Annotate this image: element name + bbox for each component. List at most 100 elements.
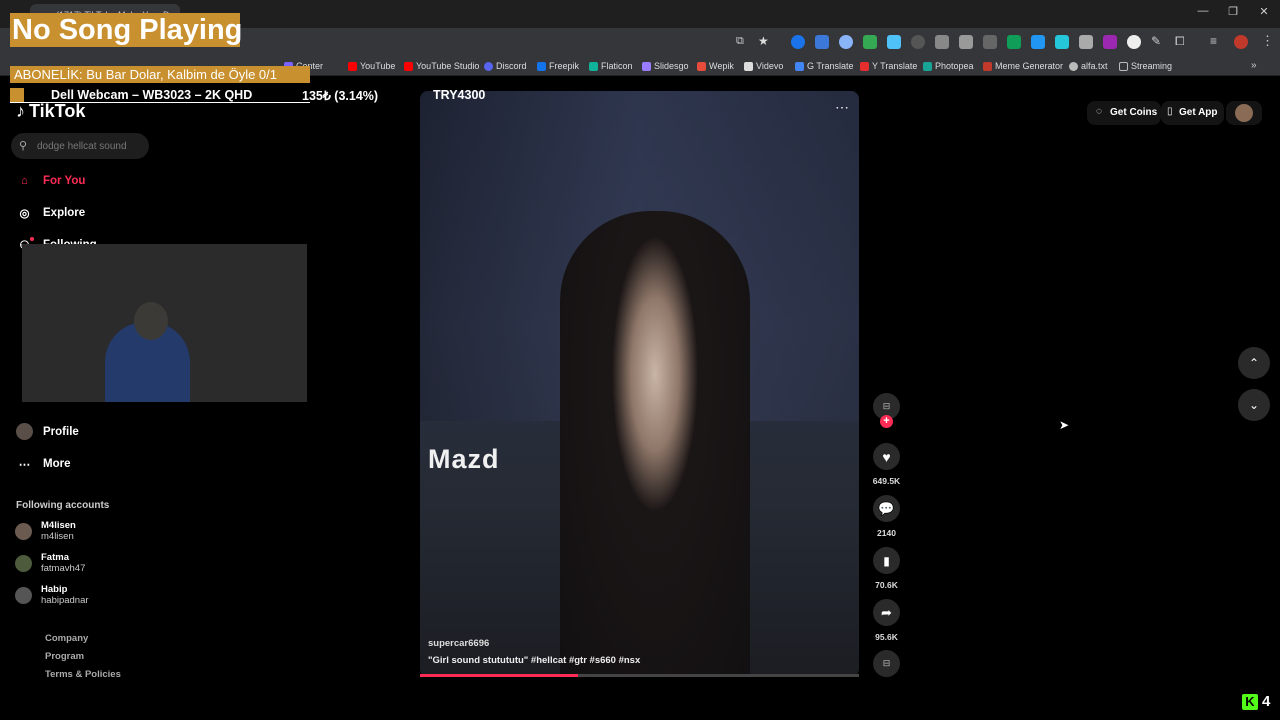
avatar (1235, 104, 1253, 122)
extension-icon[interactable] (815, 35, 829, 49)
share-icon: ➦ (881, 604, 892, 620)
subscriber-goal-bar: ABONELİK: Bu Bar Dolar, Kalbim de Öyle 0… (10, 66, 310, 83)
puzzle-icon[interactable]: ⧠ (1175, 34, 1185, 49)
bookmark-item[interactable]: G Translate (795, 61, 854, 71)
bookmark-item[interactable]: YouTube (348, 61, 395, 71)
heart-icon: ♥ (882, 448, 891, 465)
bookmark-item[interactable]: Y Translate (860, 61, 917, 71)
webcam-overlay (22, 244, 307, 402)
footer-link-program[interactable]: Program (45, 651, 84, 662)
install-icon[interactable]: ⧉ (736, 35, 744, 48)
get-app-button[interactable]: ▯ Get App (1161, 101, 1224, 125)
minimize-button[interactable]: — (1193, 5, 1213, 17)
video-menu-icon[interactable]: ⋯ (835, 99, 849, 116)
translate-icon (795, 61, 804, 71)
following-account-item[interactable]: M4lisen m4lisen (41, 520, 76, 542)
nav-explore[interactable]: ◎ Explore (16, 204, 85, 221)
extension-icon[interactable] (1127, 35, 1141, 49)
globe-icon (1069, 61, 1078, 71)
search-input[interactable]: dodge hellcat sound (11, 133, 149, 159)
coin-icon: ◌ (1096, 106, 1102, 117)
save-button[interactable]: ▮ (873, 547, 900, 574)
bookmark-folder[interactable]: Streaming (1119, 61, 1172, 71)
extension-icon[interactable] (1031, 35, 1045, 49)
maximize-button[interactable]: ❐ (1223, 5, 1243, 18)
bookmark-item[interactable]: Discord (484, 61, 527, 71)
photopea-icon (923, 61, 932, 71)
now-playing-label: No Song Playing (10, 13, 243, 47)
avatar[interactable] (15, 523, 32, 540)
like-button[interactable]: ♥ (873, 443, 900, 470)
bookmark-item[interactable]: Freepik (537, 61, 579, 71)
ticker-product: Dell Webcam – WB3023 – 2K QHD (51, 88, 253, 102)
bookmark-item[interactable]: Flaticon (589, 61, 633, 71)
extension-icon[interactable] (1007, 35, 1021, 49)
previous-video-button[interactable]: ⌃ (1238, 347, 1270, 379)
tiktok-logo[interactable]: ♪ TikTok (16, 101, 85, 122)
video-progress-fill (420, 674, 579, 677)
pen-icon[interactable]: ✎ (1151, 34, 1161, 48)
follow-button[interactable]: + (880, 415, 893, 428)
youtube-icon (348, 61, 357, 71)
extension-icon[interactable] (983, 35, 997, 49)
video-player[interactable]: ⋯ (420, 91, 859, 677)
extension-icon[interactable] (911, 35, 925, 49)
profile-avatar[interactable] (1234, 35, 1248, 49)
extension-icon[interactable] (863, 35, 877, 49)
bookmark-star-icon[interactable]: ★ (758, 34, 769, 48)
avatar (16, 423, 33, 440)
user-avatar-button[interactable] (1226, 101, 1262, 125)
music-disc[interactable]: ⊟ (873, 650, 900, 677)
meme-icon (983, 61, 992, 71)
bookmark-item[interactable]: Slidesgo (642, 61, 689, 71)
comment-button[interactable]: 💬 (873, 495, 900, 522)
nav-profile[interactable]: Profile (16, 423, 79, 440)
extension-icon[interactable] (1055, 35, 1069, 49)
share-button[interactable]: ➦ (873, 599, 900, 626)
bookmark-item[interactable]: YouTube Studio (404, 61, 479, 71)
bookmark-item[interactable]: Wepik (697, 61, 734, 71)
bookmarks-overflow-icon[interactable]: » (1251, 60, 1257, 71)
video-caption[interactable]: "Girl sound stutututu" #hellcat #gtr #s6… (428, 655, 640, 666)
following-account-item[interactable]: Habip habipadnar (41, 584, 89, 606)
share-count: 95.6K (875, 632, 898, 642)
extension-icon[interactable] (959, 35, 973, 49)
extension-icon[interactable] (935, 35, 949, 49)
video-author[interactable]: supercar6696 (428, 638, 489, 649)
video-progress-bar[interactable] (420, 674, 859, 677)
nav-for-you[interactable]: ⌂ For You (16, 172, 85, 189)
footer-link-terms[interactable]: Terms & Policies (45, 669, 121, 680)
streamer-head (134, 302, 168, 340)
extension-icon[interactable] (1079, 35, 1093, 49)
kick-viewer-badge: K4 (1242, 693, 1270, 710)
avatar[interactable] (15, 587, 32, 604)
extension-icon[interactable] (887, 35, 901, 49)
tiktok-note-icon: ♪ (16, 101, 25, 121)
avatar[interactable] (15, 555, 32, 572)
next-video-button[interactable]: ⌄ (1238, 389, 1270, 421)
discord-icon (484, 61, 493, 71)
menu-icon[interactable]: ⋮ (1261, 33, 1274, 49)
close-window-button[interactable]: ✕ (1254, 5, 1274, 18)
extension-icon[interactable] (1103, 35, 1117, 49)
mouse-cursor-icon: ➤ (1059, 418, 1070, 432)
footer-link-company[interactable]: Company (45, 633, 88, 644)
get-coins-button[interactable]: ◌ Get Coins (1087, 101, 1161, 125)
search-icon: ⚲ (19, 140, 28, 152)
bookmark-item[interactable]: Photopea (923, 61, 974, 71)
phone-icon: ▯ (1167, 106, 1173, 117)
nav-more[interactable]: ⋯ More (16, 455, 71, 472)
bookmark-item[interactable]: Meme Generator (983, 61, 1063, 71)
bookmark-item[interactable]: alfa.txt (1069, 61, 1108, 71)
translate-icon (860, 61, 869, 71)
bookmark-item[interactable]: Videvo (744, 61, 783, 71)
extension-icon[interactable] (839, 35, 853, 49)
notification-dot (30, 237, 34, 241)
youtube-icon (404, 61, 413, 71)
media-icon[interactable]: ≡ (1210, 34, 1217, 48)
ticker-divider (10, 102, 310, 103)
extension-icon[interactable] (791, 35, 805, 49)
videvo-icon (744, 61, 753, 71)
following-account-item[interactable]: Fatma fatmavh47 (41, 552, 85, 574)
folder-icon (1119, 61, 1128, 71)
